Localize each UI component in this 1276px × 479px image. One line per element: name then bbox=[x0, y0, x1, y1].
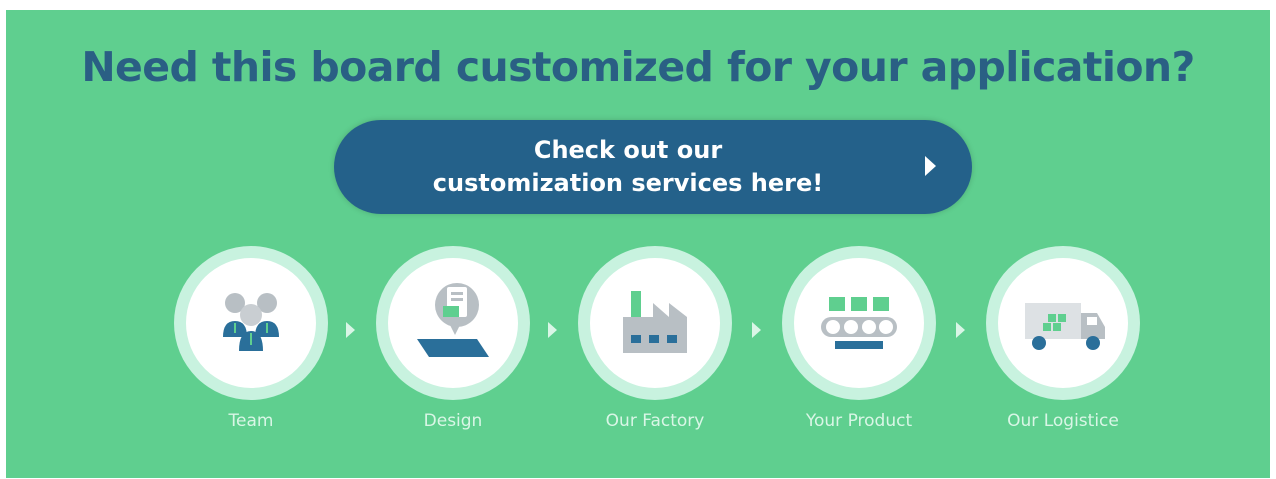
step-team-label: Team bbox=[228, 411, 274, 431]
team-icon bbox=[223, 293, 279, 351]
step-product-circle bbox=[794, 258, 924, 388]
cta-text: Check out our customization services her… bbox=[394, 134, 862, 200]
headline: Need this board customized for your appl… bbox=[81, 43, 1195, 91]
step-design bbox=[376, 246, 530, 400]
step-product bbox=[782, 246, 936, 400]
step-product-label: Your Product bbox=[805, 411, 913, 431]
step-separator-icon bbox=[752, 322, 761, 338]
step-logistics bbox=[986, 246, 1140, 400]
factory-icon bbox=[623, 291, 687, 353]
step-team bbox=[174, 246, 328, 400]
step-factory-label: Our Factory bbox=[605, 411, 705, 431]
design-icon bbox=[417, 283, 489, 357]
product-icon bbox=[821, 297, 897, 349]
step-separator-icon bbox=[956, 322, 965, 338]
step-factory-circle bbox=[590, 258, 720, 388]
customization-services-button[interactable]: Check out our customization services her… bbox=[334, 120, 972, 214]
step-team-circle bbox=[186, 258, 316, 388]
step-separator-icon bbox=[346, 322, 355, 338]
chevron-right-icon bbox=[925, 156, 936, 176]
cta-line-1: Check out our bbox=[533, 136, 723, 164]
step-factory bbox=[578, 246, 732, 400]
step-logistics-label: Our Logistice bbox=[1007, 411, 1119, 431]
step-separator-icon bbox=[548, 322, 557, 338]
step-logistics-circle bbox=[998, 258, 1128, 388]
truck-icon bbox=[1025, 303, 1105, 350]
step-design-label: Design bbox=[423, 411, 483, 431]
cta-line-2: customization services here! bbox=[432, 169, 824, 197]
step-design-circle bbox=[388, 258, 518, 388]
